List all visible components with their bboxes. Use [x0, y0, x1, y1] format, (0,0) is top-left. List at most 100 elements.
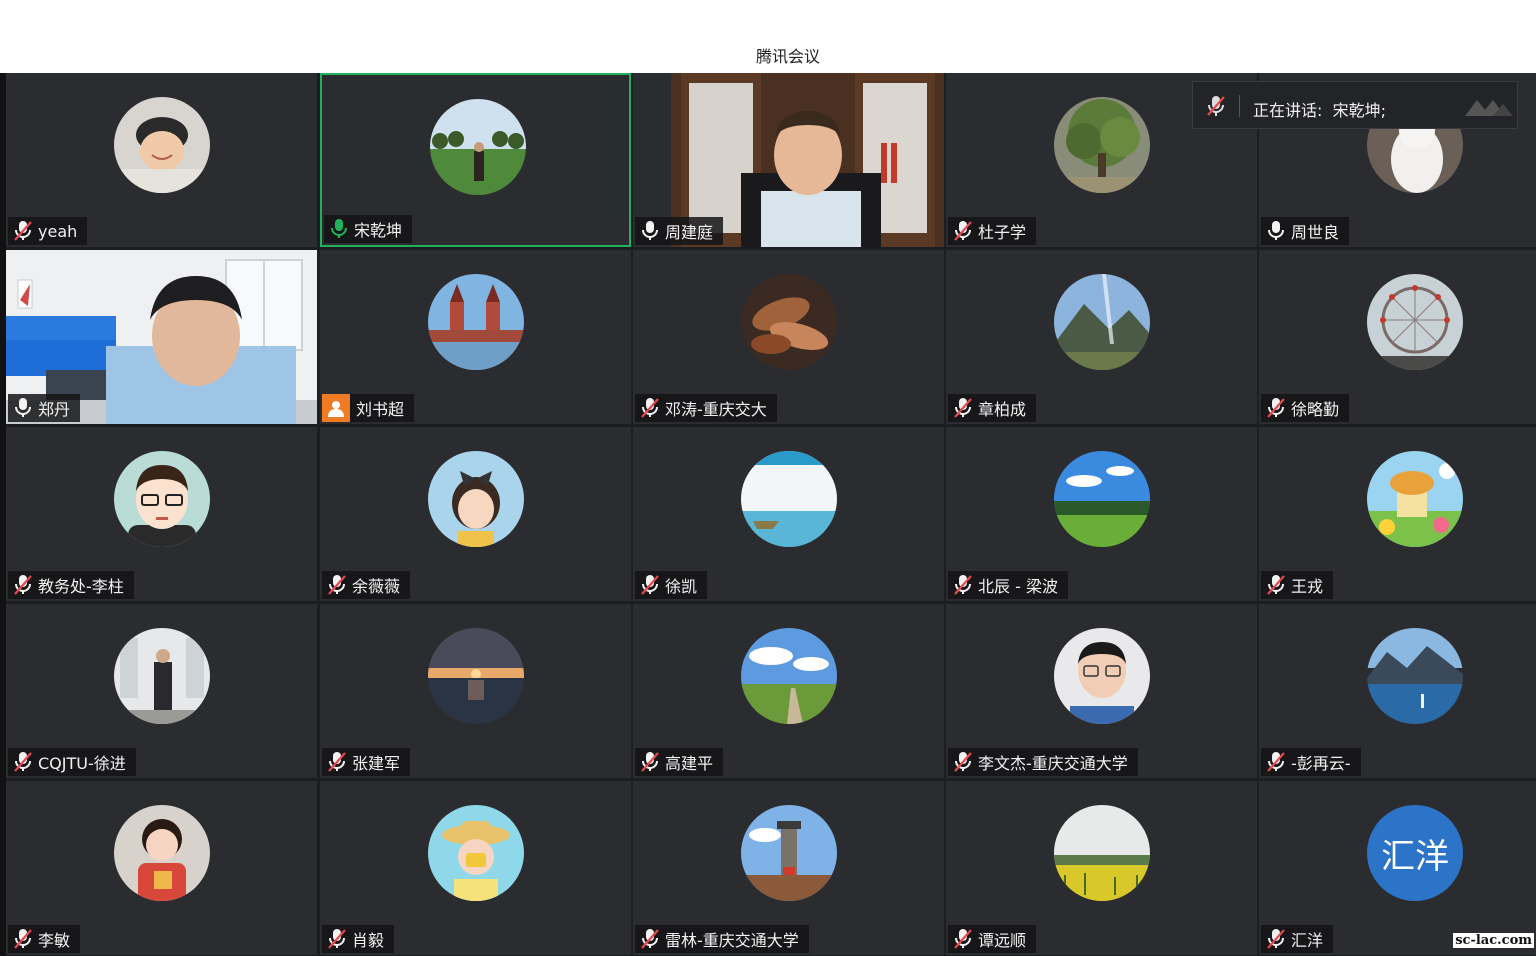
- participant-tile[interactable]: 宋乾坤: [320, 73, 631, 247]
- participant-name: 肖毅: [352, 931, 385, 950]
- mic-icon[interactable]: [328, 218, 350, 240]
- mic-icon[interactable]: [639, 220, 661, 242]
- participant-name: 李敏: [38, 931, 71, 950]
- speaking-name: 宋乾坤;: [1332, 101, 1386, 120]
- mic-muted-icon[interactable]: [639, 928, 661, 950]
- mic-muted-icon[interactable]: [1265, 574, 1287, 596]
- participant-avatar: [1054, 274, 1150, 370]
- participant-name: 汇洋: [1291, 931, 1324, 950]
- mic-muted-icon[interactable]: [1265, 751, 1287, 773]
- speaking-indicator[interactable]: 正在讲话: 宋乾坤;: [1192, 81, 1518, 129]
- participant-nametag: 杜子学: [948, 217, 1037, 245]
- participant-tile[interactable]: 雷林-重庆交通大学: [633, 781, 944, 955]
- mic-muted-icon[interactable]: [326, 751, 348, 773]
- mic-muted-icon[interactable]: [326, 928, 348, 950]
- participant-avatar: [114, 97, 210, 193]
- speaking-label: 正在讲话: 宋乾坤;: [1253, 97, 1386, 121]
- participant-nametag: 李文杰-重庆交通大学: [948, 748, 1138, 776]
- participant-avatar: [1054, 451, 1150, 547]
- participant-avatar: [114, 805, 210, 901]
- participant-avatar: [428, 805, 524, 901]
- participant-avatar: [114, 628, 210, 724]
- participant-nametag: 汇洋: [1261, 925, 1334, 953]
- participant-tile[interactable]: 章柏成: [946, 250, 1257, 424]
- speaking-prefix: 正在讲话:: [1253, 101, 1323, 120]
- participant-tile[interactable]: -彭再云-: [1259, 604, 1536, 778]
- participant-tile[interactable]: yeah: [6, 73, 317, 247]
- participant-avatar: [430, 99, 526, 195]
- participant-tile[interactable]: 王戎: [1259, 427, 1536, 601]
- mic-muted-icon[interactable]: [639, 574, 661, 596]
- participant-name: 宋乾坤: [354, 221, 403, 240]
- participant-nametag: 雷林-重庆交通大学: [635, 925, 809, 953]
- participant-tile[interactable]: 李敏: [6, 781, 317, 955]
- divider: [1239, 95, 1240, 117]
- participant-name: 周世良: [1291, 223, 1340, 242]
- participant-tile[interactable]: 教务处-李柱: [6, 427, 317, 601]
- participant-name: 张建军: [352, 754, 401, 773]
- participant-tile[interactable]: 肖毅: [320, 781, 631, 955]
- watermark: sc-lac.com: [1453, 933, 1534, 948]
- mic-icon[interactable]: [12, 397, 34, 419]
- participant-name: 教务处-李柱: [38, 577, 124, 596]
- participant-avatar: [1367, 628, 1463, 724]
- mic-muted-icon[interactable]: [12, 928, 34, 950]
- participant-avatar: [1367, 451, 1463, 547]
- participant-name: 徐略勤: [1291, 400, 1340, 419]
- mic-muted-icon[interactable]: [12, 751, 34, 773]
- mic-muted-icon[interactable]: [952, 574, 974, 596]
- mic-muted-icon[interactable]: [12, 220, 34, 242]
- participant-nametag: 周世良: [1261, 217, 1350, 245]
- participant-name: 杜子学: [978, 223, 1027, 242]
- participant-tile[interactable]: 邓涛-重庆交大: [633, 250, 944, 424]
- participant-nametag: 徐略勤: [1261, 394, 1350, 422]
- participant-nametag: 邓涛-重庆交大: [635, 394, 777, 422]
- participant-name: -彭再云-: [1291, 754, 1351, 773]
- participant-nametag: CQJTU-徐进: [8, 748, 136, 776]
- mic-muted-icon[interactable]: [952, 397, 974, 419]
- mic-muted-icon[interactable]: [639, 397, 661, 419]
- participant-nametag: 李敏: [8, 925, 81, 953]
- participant-nametag: 周建庭: [635, 217, 724, 245]
- participant-avatar: [741, 451, 837, 547]
- mic-muted-icon[interactable]: [952, 751, 974, 773]
- participant-avatar: [741, 274, 837, 370]
- participant-name: CQJTU-徐进: [38, 754, 126, 773]
- participant-tile[interactable]: 徐凯: [633, 427, 944, 601]
- participant-tile[interactable]: 周建庭: [633, 73, 944, 247]
- mic-muted-icon[interactable]: [1265, 928, 1287, 950]
- mic-muted-icon[interactable]: [12, 574, 34, 596]
- participant-tile[interactable]: CQJTU-徐进: [6, 604, 317, 778]
- mic-muted-icon[interactable]: [639, 751, 661, 773]
- participant-tile[interactable]: 谭远顺: [946, 781, 1257, 955]
- participant-avatar: [428, 274, 524, 370]
- participant-tile[interactable]: 北辰 - 梁波: [946, 427, 1257, 601]
- participant-nametag: 教务处-李柱: [8, 571, 134, 599]
- left-edge: [0, 73, 6, 956]
- participant-avatar: [1054, 805, 1150, 901]
- mic-muted-icon[interactable]: [1265, 397, 1287, 419]
- mic-icon[interactable]: [1265, 220, 1287, 242]
- participant-tile[interactable]: 余薇薇: [320, 427, 631, 601]
- window-title: 腾讯会议: [755, 47, 820, 66]
- participant-tile[interactable]: 徐略勤: [1259, 250, 1536, 424]
- mic-muted-icon[interactable]: [952, 220, 974, 242]
- participant-nametag: 宋乾坤: [324, 215, 413, 243]
- participant-tile[interactable]: 汇洋 汇洋: [1259, 781, 1536, 955]
- participant-name: 谭远顺: [978, 931, 1027, 950]
- participant-avatar: [1367, 274, 1463, 370]
- participant-tile[interactable]: 张建军: [320, 604, 631, 778]
- participant-avatar: [428, 628, 524, 724]
- participant-nametag: 谭远顺: [948, 925, 1037, 953]
- participant-nametag: 章柏成: [948, 394, 1037, 422]
- participant-tile[interactable]: 刘书超: [320, 250, 631, 424]
- participant-tile[interactable]: 高建平: [633, 604, 944, 778]
- mic-muted-icon[interactable]: [326, 574, 348, 596]
- mic-muted-icon[interactable]: [952, 928, 974, 950]
- participant-tile[interactable]: 李文杰-重庆交通大学: [946, 604, 1257, 778]
- participant-nametag: 高建平: [635, 748, 724, 776]
- mic-muted-icon[interactable]: [1205, 94, 1227, 122]
- participant-name: 徐凯: [665, 577, 698, 596]
- participant-name: 李文杰-重庆交通大学: [978, 754, 1128, 773]
- participant-tile[interactable]: 郑丹: [6, 250, 317, 424]
